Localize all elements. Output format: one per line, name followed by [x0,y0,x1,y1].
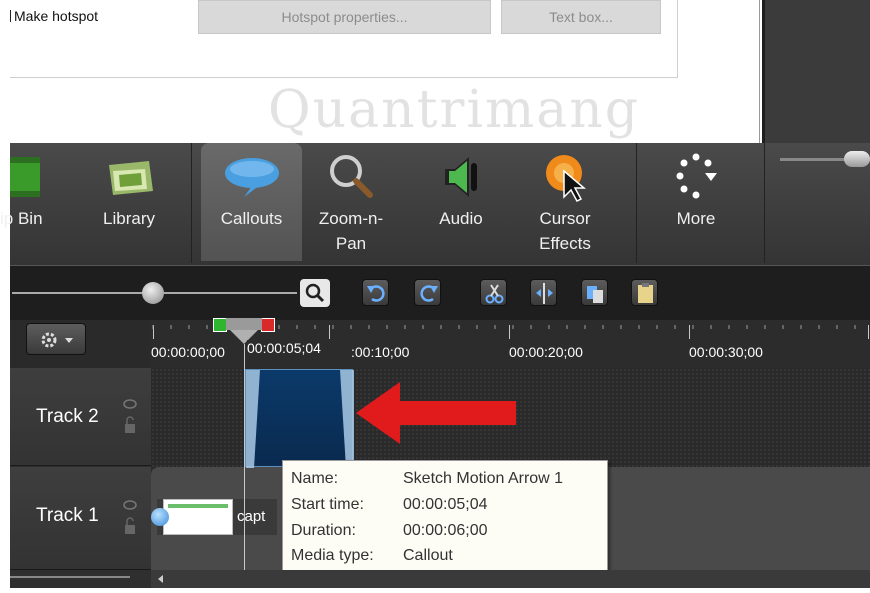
track-2-name: Track 2 [36,406,99,427]
clip-tooltip: Name: Sketch Motion Arrow 1 Start time: 00… [282,460,608,576]
magnifier-icon [326,151,376,206]
ruler-label-0: 00:00:00;00 [151,344,225,360]
zoom-n-pan-label: Zoom-n- Pan [308,206,394,256]
more-label: More [676,209,716,228]
toolbar-separator [191,143,192,263]
copy-button[interactable] [581,279,608,306]
track-head-1[interactable]: Track 1 [10,467,151,570]
paste-button[interactable] [631,279,658,306]
tooltip-key: Media type: [291,547,374,564]
tooltip-name-row: Name: Sketch Motion Arrow 1 [291,470,563,488]
in-point-marker[interactable] [213,318,227,332]
tab-zoom-n-pan[interactable]: Zoom-n- Pan [308,143,394,261]
tooltip-key: Name: [291,470,339,487]
clip-transition-marks [246,370,354,468]
cursor-effects-line2: Effects [539,234,591,253]
library-icon [101,151,157,204]
scissors-icon [485,284,504,304]
timeline-zoom-thumb[interactable] [142,282,164,304]
speaker-icon [439,151,483,206]
split-icon [536,283,553,304]
clip-label: capt [237,508,266,525]
clip-bin-icon [2,151,42,204]
tooltip-value: Sketch Motion Arrow 1 [403,470,564,487]
track-head-2[interactable]: Track 2 [10,368,151,466]
callout-clip[interactable] [245,369,354,468]
ruler-label-2: :00:10;00 [351,344,410,360]
audio-label: Audio [439,209,483,228]
callouts-label: Callouts [220,209,283,228]
make-hotspot-label: Make hotspot [14,8,99,24]
cut-button[interactable] [480,279,507,306]
timeline-settings-button[interactable] [26,323,86,355]
search-icon [305,283,325,303]
volume-slider-thumb[interactable] [844,151,870,167]
text-box-button[interactable]: Text box... [501,0,661,34]
track-visibility-lock-icon [123,500,137,534]
playhead-time-label: 00:00:05;04 [247,340,323,356]
tooltip-value: 00:00:06;00 [403,522,488,539]
chevron-down-icon [65,338,73,343]
zoom-search-button[interactable] [300,279,330,307]
undo-button[interactable] [362,279,389,306]
tooltip-type-row: Media type: Callout [291,547,453,565]
watermark-logo: Quantrimang [268,80,641,140]
track-1-name: Track 1 [36,505,99,526]
clip-bin-label: ip Bin [0,209,43,228]
playhead-range [226,318,262,330]
track-visibility-lock-icon [123,399,137,433]
clip-link-handle[interactable] [151,508,169,526]
tooltip-start-row: Start time: 00:00:05;04 [291,496,488,514]
tab-library[interactable]: Library [86,143,172,261]
tab-more[interactable]: More [650,143,742,261]
ruler-label-3: 00:00:20;00 [509,344,583,360]
toolbar-separator [636,143,637,263]
gear-icon [41,332,73,348]
cursor-effects-label: Cursor Effects [520,206,610,256]
split-button[interactable] [530,279,557,306]
red-arrow-annotation [356,382,516,444]
speech-bubble-icon [222,151,282,206]
media-clip[interactable]: capt [151,499,277,535]
more-dots-icon [671,151,721,204]
tab-callouts[interactable]: Callouts [201,143,302,261]
copy-icon [587,286,603,303]
zoom-n-pan-line2: Pan [335,234,367,253]
track-height-slider[interactable] [10,576,130,578]
tooltip-value: Callout [403,547,453,564]
cursor-effect-icon [540,151,590,208]
hotspot-properties-button[interactable]: Hotspot properties... [198,0,491,34]
tab-clip-bin[interactable]: ip Bin [0,143,75,261]
tooltip-duration-row: Duration: 00:00:06;00 [291,522,488,540]
ruler-label-4: 00:00:30;00 [689,344,763,360]
scroll-left-icon[interactable] [151,570,171,588]
tab-cursor-effects[interactable]: Cursor Effects [520,143,610,261]
zoom-n-pan-line1: Zoom-n- [318,209,384,228]
undo-icon [367,285,385,302]
timeline-scrollbar[interactable] [151,570,870,588]
out-point-marker[interactable] [261,318,275,332]
redo-icon [420,285,438,302]
paste-icon [638,283,653,303]
library-label: Library [103,209,155,228]
tab-audio[interactable]: Audio [418,143,504,261]
clip-thumbnail [163,499,233,535]
tooltip-key: Duration: [291,522,356,539]
cursor-effects-line1: Cursor [539,209,591,228]
redo-button[interactable] [414,279,441,306]
playhead-line [244,344,245,570]
toolbar-separator [764,143,765,263]
make-hotspot-checkbox[interactable]: Make hotspot [10,8,98,24]
tooltip-value: 00:00:05;04 [403,496,488,513]
preview-panel-edge [762,0,870,143]
tooltip-key: Start time: [291,496,364,513]
